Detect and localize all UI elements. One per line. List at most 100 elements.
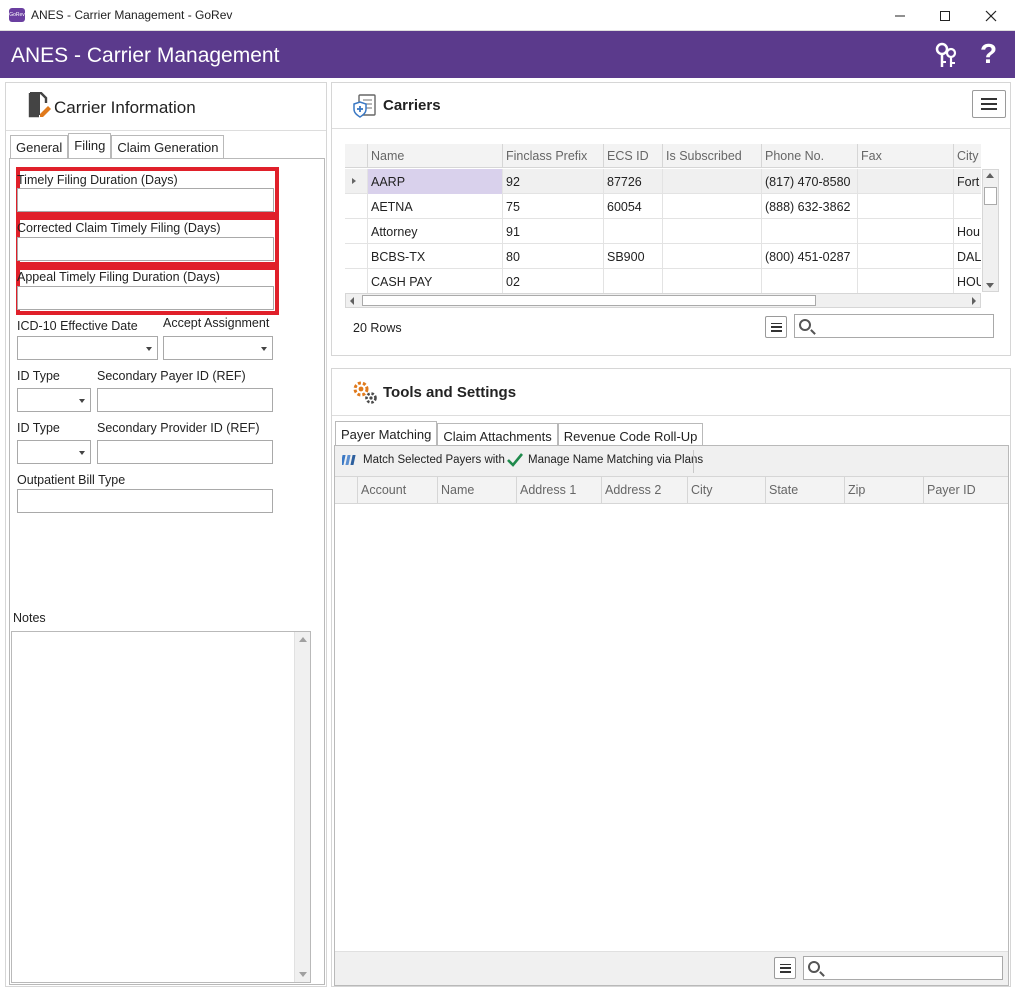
scroll-up-icon[interactable]: [299, 637, 307, 642]
col-account[interactable]: Account: [357, 477, 437, 504]
cell-phone[interactable]: [761, 219, 857, 244]
col-city[interactable]: City: [687, 477, 765, 504]
col-is-subscribed[interactable]: Is Subscribed: [662, 144, 761, 168]
id-type-select-payer[interactable]: [17, 388, 91, 412]
carrier-row[interactable]: BCBS-TX 80 SB900 (800) 451-0287 DAL: [345, 244, 981, 269]
timely-filing-input[interactable]: [17, 188, 274, 212]
payer-matching-footer: [335, 951, 1008, 985]
hamburger-icon: [981, 98, 997, 110]
scroll-left-icon[interactable]: [350, 297, 354, 305]
cell-city[interactable]: [953, 194, 981, 219]
col-city[interactable]: City: [953, 144, 981, 168]
id-type-select-provider[interactable]: [17, 440, 91, 464]
carrier-row[interactable]: AARP 92 87726 (817) 470-8580 Fort: [345, 169, 981, 194]
keys-icon[interactable]: [932, 41, 960, 69]
carriers-menu-button[interactable]: [972, 90, 1006, 118]
appeal-filing-input[interactable]: [17, 286, 274, 310]
manage-name-matching-button[interactable]: Manage Name Matching via Plans: [507, 453, 703, 467]
cell-finclass[interactable]: 92: [502, 169, 603, 194]
col-phone-no[interactable]: Phone No.: [761, 144, 857, 168]
outpatient-bill-type-input[interactable]: [17, 489, 273, 513]
tab-filing[interactable]: Filing: [68, 133, 112, 158]
cell-name[interactable]: AARP: [367, 169, 502, 194]
icd10-date-picker[interactable]: [17, 336, 158, 360]
cell-fax[interactable]: [857, 244, 953, 269]
checkmark-icon: [507, 453, 523, 467]
corrected-claim-input[interactable]: [17, 237, 274, 261]
carriers-grid-menu-button[interactable]: [765, 316, 787, 338]
scroll-thumb[interactable]: [984, 187, 997, 205]
scroll-up-icon[interactable]: [986, 173, 994, 178]
cell-fax[interactable]: [857, 269, 953, 294]
col-fax[interactable]: Fax: [857, 144, 953, 168]
cell-city[interactable]: HOU: [953, 269, 981, 294]
cell-fax[interactable]: [857, 219, 953, 244]
scroll-thumb[interactable]: [362, 295, 816, 306]
carriers-search-input[interactable]: [794, 314, 994, 338]
cell-subscribed[interactable]: [662, 169, 761, 194]
tab-claim-generation[interactable]: Claim Generation: [111, 135, 225, 158]
cell-name[interactable]: CASH PAY: [367, 269, 502, 294]
col-address-1[interactable]: Address 1: [516, 477, 601, 504]
cell-city[interactable]: Hou: [953, 219, 981, 244]
match-selected-payers-button[interactable]: Match Selected Payers with: [342, 453, 505, 467]
cell-ecs[interactable]: [603, 219, 662, 244]
carrier-row[interactable]: Attorney 91 Hou: [345, 219, 981, 244]
col-name[interactable]: Name: [367, 144, 502, 168]
cell-finclass[interactable]: 91: [502, 219, 603, 244]
secondary-provider-id-input[interactable]: [97, 440, 273, 464]
manage-name-matching-label: Manage Name Matching via Plans: [528, 454, 704, 466]
tab-payer-matching[interactable]: Payer Matching: [335, 421, 438, 446]
scroll-down-icon[interactable]: [986, 283, 994, 288]
tab-general[interactable]: General: [10, 135, 69, 158]
carriers-horizontal-scrollbar[interactable]: [345, 293, 981, 308]
cell-phone[interactable]: (800) 451-0287: [761, 244, 857, 269]
cell-finclass[interactable]: 80: [502, 244, 603, 269]
cell-phone[interactable]: (888) 632-3862: [761, 194, 857, 219]
cell-fax[interactable]: [857, 169, 953, 194]
notes-textarea[interactable]: [11, 631, 311, 983]
scroll-down-icon[interactable]: [299, 972, 307, 977]
payer-matching-search-input[interactable]: [803, 956, 1003, 980]
cell-finclass[interactable]: 02: [502, 269, 603, 294]
maximize-button[interactable]: [922, 0, 968, 31]
cell-subscribed[interactable]: [662, 194, 761, 219]
cell-ecs[interactable]: 87726: [603, 169, 662, 194]
cell-subscribed[interactable]: [662, 219, 761, 244]
cell-name[interactable]: Attorney: [367, 219, 502, 244]
col-payer-id[interactable]: Payer ID: [923, 477, 1008, 504]
cell-ecs[interactable]: SB900: [603, 244, 662, 269]
cell-city[interactable]: DAL: [953, 244, 981, 269]
tab-revenue-code-roll-up[interactable]: Revenue Code Roll-Up: [557, 423, 704, 446]
divider: [332, 128, 1010, 129]
cell-city[interactable]: Fort: [953, 169, 981, 194]
cell-name[interactable]: AETNA: [367, 194, 502, 219]
cell-phone[interactable]: (817) 470-8580: [761, 169, 857, 194]
cell-ecs[interactable]: 60054: [603, 194, 662, 219]
scroll-right-icon[interactable]: [972, 297, 976, 305]
cell-finclass[interactable]: 75: [502, 194, 603, 219]
cell-name[interactable]: BCBS-TX: [367, 244, 502, 269]
col-address-2[interactable]: Address 2: [601, 477, 687, 504]
col-zip[interactable]: Zip: [844, 477, 923, 504]
accept-assignment-select[interactable]: [163, 336, 273, 360]
cell-fax[interactable]: [857, 194, 953, 219]
cell-subscribed[interactable]: [662, 269, 761, 294]
carrier-row[interactable]: CASH PAY02 HOU: [345, 269, 981, 294]
minimize-button[interactable]: [877, 0, 923, 31]
cell-ecs[interactable]: [603, 269, 662, 294]
carrier-row[interactable]: AETNA 75 60054 (888) 632-3862: [345, 194, 981, 219]
help-button[interactable]: ?: [980, 38, 997, 70]
col-state[interactable]: State: [765, 477, 844, 504]
cell-phone[interactable]: [761, 269, 857, 294]
secondary-payer-id-input[interactable]: [97, 388, 273, 412]
col-finclass-prefix[interactable]: Finclass Prefix: [502, 144, 603, 168]
notes-scrollbar[interactable]: [294, 632, 310, 982]
close-button[interactable]: [968, 0, 1014, 31]
tab-claim-attachments[interactable]: Claim Attachments: [437, 423, 558, 446]
col-name[interactable]: Name: [437, 477, 516, 504]
payer-matching-menu-button[interactable]: [774, 957, 796, 979]
cell-subscribed[interactable]: [662, 244, 761, 269]
carriers-vertical-scrollbar[interactable]: [982, 169, 999, 292]
col-ecs-id[interactable]: ECS ID: [603, 144, 662, 168]
